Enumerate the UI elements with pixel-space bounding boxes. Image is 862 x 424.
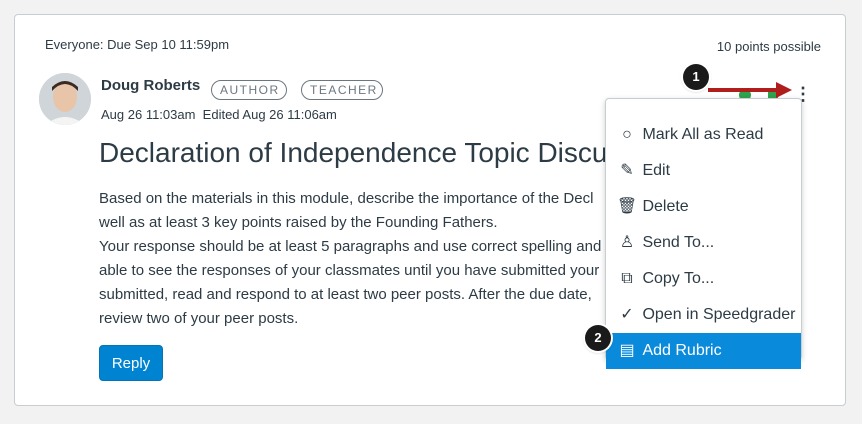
callout-1: 1 xyxy=(683,64,709,90)
copy-icon: ⧉ xyxy=(621,270,633,287)
menu-item-send-to[interactable]: ♙ Send To... xyxy=(606,225,801,261)
menu-item-copy-to[interactable]: ⧉ Copy To... xyxy=(606,261,801,297)
menu-item-mark-all-read[interactable]: ○ Mark All as Read xyxy=(606,117,801,153)
trash-icon: 🗑 xyxy=(616,198,638,215)
menu-item-edit[interactable]: ✎ Edit xyxy=(606,153,801,189)
menu-item-speedgrader[interactable]: ✓ Open in Speedgrader xyxy=(606,297,801,333)
speedgrader-icon: ✓ xyxy=(620,306,634,323)
circle-icon: ○ xyxy=(622,126,632,143)
pencil-icon: ✎ xyxy=(620,162,634,179)
callout-2: 2 xyxy=(585,325,611,351)
options-menu: ○ Mark All as Read ✎ Edit 🗑 Delete ♙ Sen… xyxy=(605,98,802,369)
user-icon: ♙ xyxy=(619,234,635,251)
menu-item-add-rubric[interactable]: ▤ Add Rubric xyxy=(606,333,801,369)
rubric-icon: ▤ xyxy=(619,342,635,359)
menu-item-delete[interactable]: 🗑 Delete xyxy=(606,189,801,225)
